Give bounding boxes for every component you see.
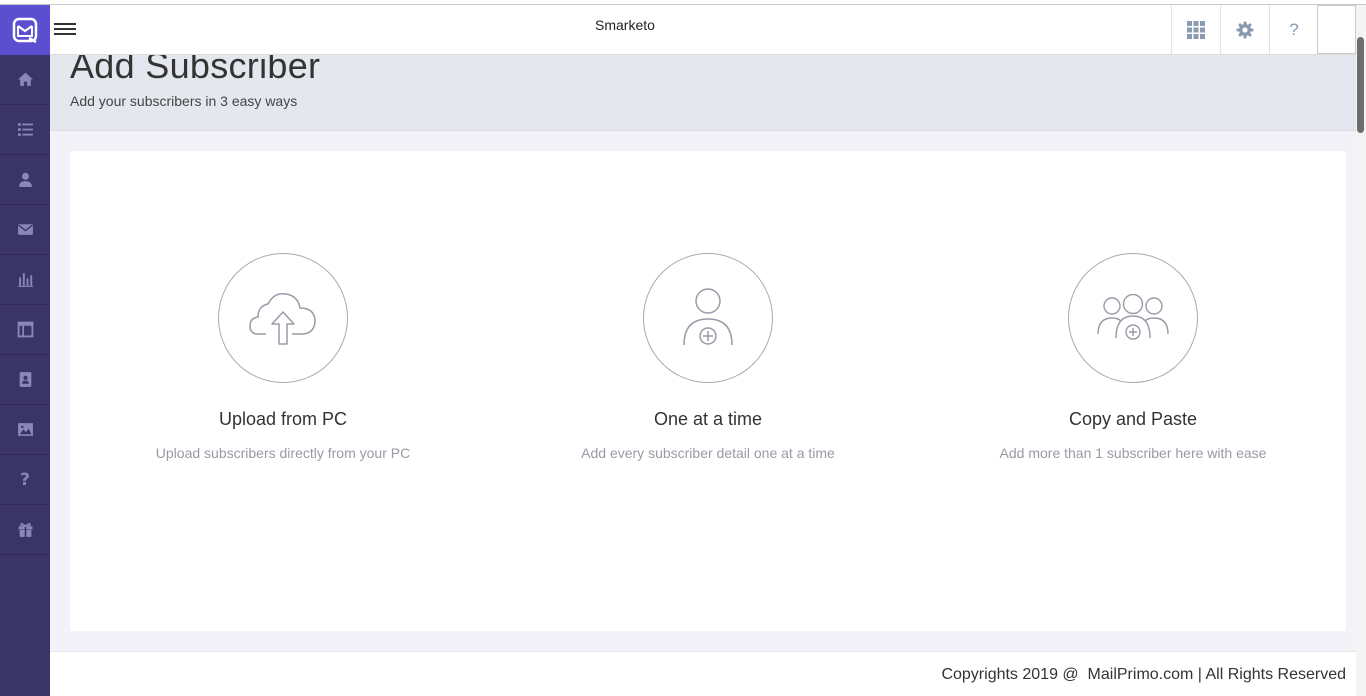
user-avatar[interactable] <box>1317 5 1356 54</box>
app-title: Smarketo <box>595 17 655 33</box>
option-title: Copy and Paste <box>1068 409 1198 429</box>
template-icon <box>17 321 33 338</box>
image-icon <box>17 423 33 436</box>
user-icon <box>18 172 32 187</box>
bar-chart-icon <box>17 273 33 287</box>
copyright-text: Copyrights 2019 @ MailPrimo.com | All Ri… <box>941 666 1346 683</box>
upload-from-pc-option[interactable]: Upload from PC Upload subscribers direct… <box>123 253 443 461</box>
sidebar-item-subscribers[interactable] <box>0 155 50 205</box>
sidebar-item-rewards[interactable] <box>0 505 50 555</box>
option-description: Add more than 1 subscriber here with eas… <box>999 445 1267 461</box>
sidebar-item-reports[interactable] <box>0 255 50 305</box>
question-icon: ? <box>1289 19 1299 39</box>
apps-grid-button[interactable] <box>1171 5 1220 54</box>
sidebar-item-contacts[interactable] <box>0 355 50 405</box>
cloud-upload-icon <box>249 292 316 345</box>
option-title: One at a time <box>653 409 763 429</box>
sidebar-item-templates[interactable] <box>0 305 50 355</box>
contacts-book-icon <box>19 372 31 387</box>
gear-icon <box>1236 21 1254 38</box>
list-icon <box>17 123 33 136</box>
option-icon-circle <box>1068 253 1198 383</box>
copy-and-paste-option[interactable]: Copy and Paste Add more than 1 subscribe… <box>973 253 1293 461</box>
option-icon-circle <box>643 253 773 383</box>
sidebar-item-campaigns[interactable] <box>0 205 50 255</box>
gift-icon <box>18 523 32 537</box>
option-title: Upload from PC <box>218 409 348 429</box>
add-group-icon <box>1097 294 1169 340</box>
help-button[interactable]: ? <box>1269 5 1318 54</box>
sidebar-item-lists[interactable] <box>0 105 50 155</box>
sidebar: ? <box>0 5 50 696</box>
app-logo[interactable] <box>0 5 50 55</box>
option-description: Add every subscriber detail one at a tim… <box>581 445 835 461</box>
page-subtitle: Add your subscribers in 3 easy ways <box>70 93 298 109</box>
option-description: Upload subscribers directly from your PC <box>155 445 411 461</box>
apps-grid-icon <box>1187 20 1205 39</box>
page-scrollbar[interactable] <box>1356 5 1366 696</box>
settings-button[interactable] <box>1220 5 1269 54</box>
menu-toggle-icon[interactable] <box>54 20 76 38</box>
page-title: Add Subscriber <box>70 55 321 86</box>
logo-icon <box>12 17 38 44</box>
help-icon: ? <box>20 469 30 490</box>
mail-icon <box>17 224 33 235</box>
add-options-card: Upload from PC Upload subscribers direct… <box>70 151 1346 631</box>
sidebar-item-home[interactable] <box>0 55 50 105</box>
sidebar-item-images[interactable] <box>0 405 50 455</box>
home-icon <box>17 72 33 86</box>
page-heading-band: Add Subscriber Add your subscribers in 3… <box>50 55 1356 131</box>
one-at-a-time-option[interactable]: One at a time Add every subscriber detai… <box>548 253 868 461</box>
sidebar-item-help[interactable]: ? <box>0 455 50 505</box>
top-header: Smarketo ? <box>50 5 1356 55</box>
scrollbar-thumb[interactable] <box>1357 37 1364 133</box>
add-single-user-icon <box>683 288 733 346</box>
page-footer: Copyrights 2019 @ MailPrimo.com | All Ri… <box>50 651 1356 696</box>
option-icon-circle <box>218 253 348 383</box>
